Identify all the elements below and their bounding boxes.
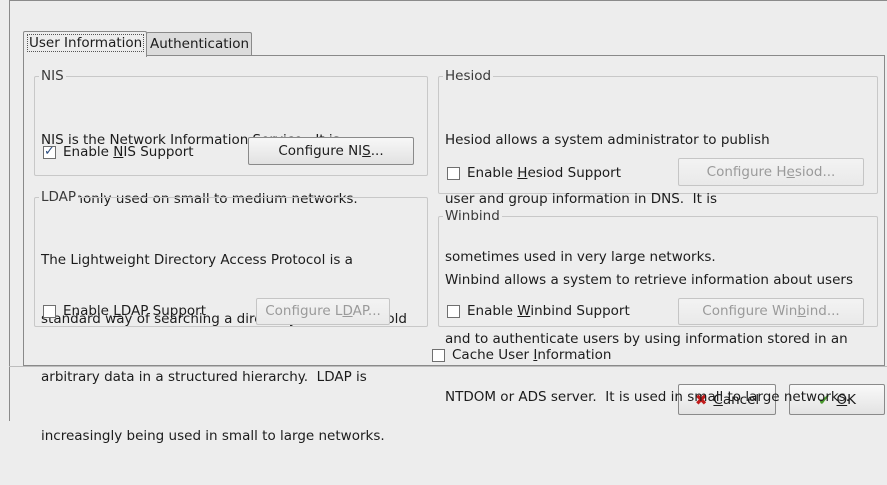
enable-winbind-checkbox[interactable]: Enable Winbind Support bbox=[447, 303, 630, 319]
window-border-left bbox=[9, 0, 10, 421]
winbind-description-line: NTDOM or ADS server. It is used in small… bbox=[445, 389, 851, 405]
ldap-description: The Lightweight Directory Access Protoco… bbox=[41, 212, 407, 485]
checkbox-unchecked-icon[interactable] bbox=[43, 304, 56, 318]
configure-ldap-button: Configure LDAP... bbox=[256, 298, 390, 325]
enable-winbind-label: Enable Winbind Support bbox=[467, 303, 630, 319]
ldap-description-line: The Lightweight Directory Access Protoco… bbox=[41, 252, 353, 268]
window-border-top bbox=[9, 0, 887, 1]
ldap-description-line: increasingly being used in small to larg… bbox=[41, 427, 385, 444]
configure-nis-button[interactable]: Configure NIS... bbox=[248, 137, 414, 165]
checkbox-checked-icon[interactable] bbox=[43, 144, 56, 159]
winbind-description: Winbind allows a system to retrieve info… bbox=[445, 232, 853, 447]
nis-frame-title: NIS bbox=[39, 68, 66, 84]
enable-nis-checkbox[interactable]: Enable NIS Support bbox=[43, 144, 194, 160]
ldap-description-line: arbitrary data in a structured hierarchy… bbox=[41, 369, 367, 385]
configure-winbind-button: Configure Winbind... bbox=[678, 298, 864, 325]
cache-user-information-label: Cache User Information bbox=[452, 347, 612, 363]
configure-hesiod-button: Configure Hesiod... bbox=[678, 158, 864, 186]
tab-user-information[interactable]: User Information bbox=[23, 31, 147, 57]
winbind-description-line: Winbind allows a system to retrieve info… bbox=[445, 272, 853, 288]
tab-label: Authentication bbox=[150, 36, 250, 52]
tab-label: User Information bbox=[27, 34, 145, 52]
checkbox-unchecked-icon[interactable] bbox=[447, 166, 460, 180]
enable-hesiod-checkbox[interactable]: Enable Hesiod Support bbox=[447, 165, 621, 181]
ldap-frame-title: LDAP bbox=[39, 189, 79, 205]
enable-ldap-checkbox[interactable]: Enable LDAP Support bbox=[43, 303, 206, 319]
enable-hesiod-label: Enable Hesiod Support bbox=[467, 165, 622, 181]
enable-ldap-label: Enable LDAP Support bbox=[63, 303, 207, 319]
checkbox-unchecked-icon[interactable] bbox=[447, 304, 460, 318]
tab-authentication[interactable]: Authentication bbox=[146, 32, 252, 56]
checkbox-unchecked-icon[interactable] bbox=[432, 348, 445, 362]
enable-nis-label: Enable NIS Support bbox=[63, 144, 194, 160]
hesiod-description-line: user and group information in DNS. It is bbox=[445, 190, 718, 207]
winbind-frame-title: Winbind bbox=[443, 208, 502, 224]
tab-panel: NIS NIS is the Network Information Servi… bbox=[23, 55, 885, 444]
cache-user-information-checkbox[interactable]: Cache User Information bbox=[432, 347, 612, 363]
hesiod-description-line: Hesiod allows a system administrator to … bbox=[445, 132, 770, 148]
hesiod-frame-title: Hesiod bbox=[443, 68, 494, 84]
